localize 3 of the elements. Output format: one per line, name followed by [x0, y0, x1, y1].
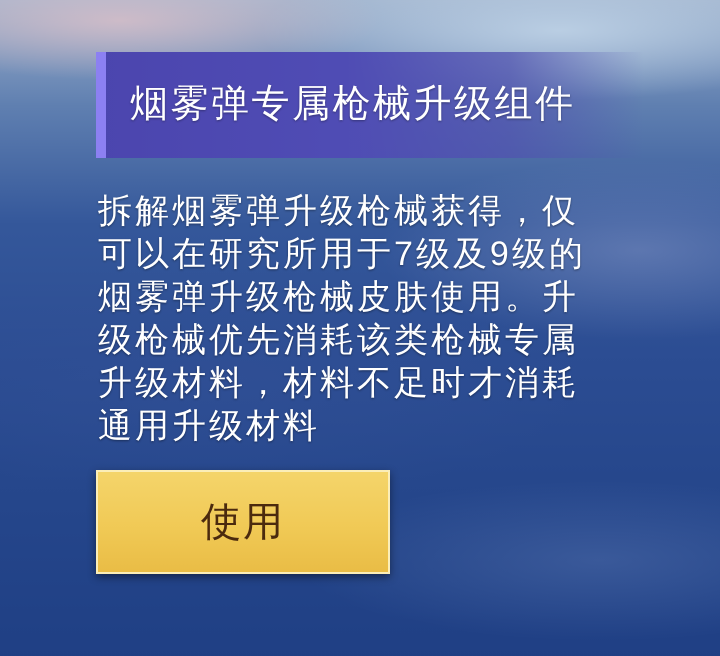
- use-button[interactable]: 使用: [96, 470, 390, 574]
- item-title: 烟雾弹专属枪械升级组件: [129, 84, 576, 126]
- item-description: 拆解烟雾弹升级枪械获得，仅可以在研究所用于7级及9级的烟雾弹升级枪械皮肤使用。升级枪械优先消耗该类枪械专属升级材料，材料不足时才消耗通用升级材料: [98, 191, 587, 447]
